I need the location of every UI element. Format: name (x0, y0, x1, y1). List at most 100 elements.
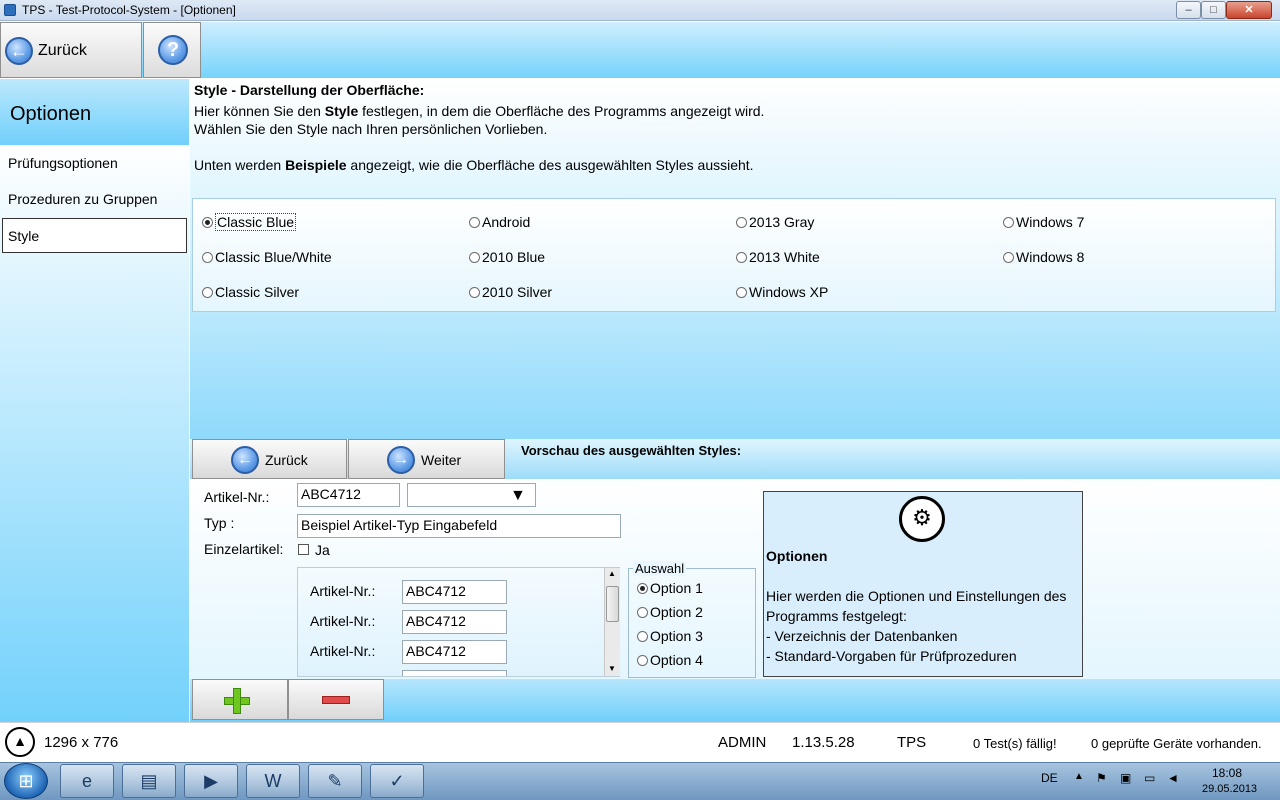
clock-time[interactable]: 18:08 (1212, 766, 1242, 780)
back-button[interactable]: ← Zurück (0, 22, 142, 78)
tps-icon[interactable]: ✓ (370, 764, 424, 798)
list-item-label: Artikel-Nr.: (310, 613, 376, 629)
artikel-input[interactable]: ABC4712 (297, 483, 400, 507)
explorer-icon[interactable]: ▤ (122, 764, 176, 798)
media-player-icon[interactable]: ▶ (184, 764, 238, 798)
radio-icon (202, 252, 213, 263)
expand-up-icon[interactable]: ▲ (5, 727, 35, 757)
minus-icon (322, 696, 350, 704)
radio-2013-gray[interactable]: 2013 Gray (736, 214, 814, 230)
page-title: Style - Darstellung der Oberfläche: (194, 82, 425, 98)
radio-selected-icon (637, 583, 648, 594)
list-item-label: Artikel-Nr.: (310, 643, 376, 659)
style-options-group (192, 198, 1276, 312)
radio-selected-icon (202, 217, 213, 228)
preview-back-label: Zurück (265, 452, 308, 468)
remove-button[interactable] (288, 679, 384, 720)
flag-icon[interactable]: ⚑ (1096, 771, 1107, 785)
radio-icon (736, 287, 747, 298)
preview-title: Vorschau des ausgewählten Styles: (521, 443, 742, 458)
list-item-input[interactable]: ABC4712 (402, 640, 507, 664)
info-text-3: - Verzeichnis der Datenbanken (766, 628, 958, 644)
radio-icon (1003, 252, 1014, 263)
preview-next-label: Weiter (421, 452, 462, 468)
title-bar: TPS - Test-Protocol-System - [Optionen] (0, 0, 1280, 21)
auswahl-title: Auswahl (633, 561, 687, 576)
option-2-radio[interactable]: Option 2 (637, 604, 703, 620)
option-4-radio[interactable]: Option 4 (637, 652, 703, 668)
scroll-thumb[interactable] (606, 586, 619, 622)
word-icon[interactable]: W (246, 764, 300, 798)
paint-icon[interactable]: ✎ (308, 764, 362, 798)
network-icon[interactable]: ▣ (1120, 771, 1131, 785)
radio-classic-blue-white[interactable]: Classic Blue/White (202, 249, 332, 265)
radio-icon (1003, 217, 1014, 228)
description-line-2: Wählen Sie den Style nach Ihren persönli… (194, 121, 548, 137)
arrow-left-icon: ← (231, 446, 259, 474)
sidebar-title: Optionen (10, 103, 92, 125)
sidebar-item-pruefungsoptionen[interactable]: Prüfungsoptionen (8, 155, 118, 171)
radio-icon (202, 287, 213, 298)
radio-android[interactable]: Android (469, 214, 530, 230)
scroll-down-icon[interactable]: ▼ (608, 664, 616, 673)
radio-icon (469, 287, 480, 298)
radio-2010-silver[interactable]: 2010 Silver (469, 284, 552, 300)
status-devices: 0 geprüfte Geräte vorhanden. (1091, 736, 1262, 751)
status-app: TPS (897, 734, 927, 751)
radio-2010-blue[interactable]: 2010 Blue (469, 249, 545, 265)
list-item-input[interactable]: ABC4712 (402, 610, 507, 634)
list-item-input-partial[interactable] (402, 670, 507, 676)
maximize-button[interactable]: □ (1201, 1, 1226, 19)
volume-icon[interactable]: ◄ (1167, 771, 1179, 785)
einzel-checkbox[interactable] (298, 544, 309, 555)
list-scrollbar[interactable]: ▲ ▼ (604, 568, 620, 676)
help-button[interactable]: ? (143, 22, 201, 78)
status-user: ADMIN (718, 734, 767, 751)
radio-classic-blue[interactable]: Classic Blue (202, 213, 297, 231)
plus-icon-vertical (233, 688, 241, 714)
radio-windows-7[interactable]: Windows 7 (1003, 214, 1084, 230)
radio-2013-white[interactable]: 2013 White (736, 249, 820, 265)
monitor-icon[interactable]: ▭ (1144, 771, 1155, 785)
typ-label: Typ : (204, 515, 235, 531)
start-button[interactable]: ⊞ (4, 763, 48, 799)
radio-icon (637, 631, 648, 642)
arrow-right-icon: → (387, 446, 415, 474)
artikel-combo[interactable]: ▼ (407, 483, 536, 507)
einzel-checkbox-label: Ja (315, 542, 330, 558)
description-line-3: Unten werden Beispiele angezeigt, wie di… (194, 157, 754, 173)
einzel-label: Einzelartikel: (204, 541, 284, 557)
sidebar-item-prozeduren[interactable]: Prozeduren zu Gruppen (8, 191, 157, 207)
add-button[interactable] (192, 679, 288, 720)
window-title: TPS - Test-Protocol-System - [Optionen] (22, 3, 236, 17)
status-version: 1.13.5.28 (792, 734, 855, 751)
preview-next-button[interactable]: → Weiter (348, 439, 505, 479)
sidebar-header: Optionen (0, 79, 189, 145)
language-indicator[interactable]: DE (1041, 771, 1058, 785)
preview-back-button[interactable]: ← Zurück (192, 439, 347, 479)
radio-windows-8[interactable]: Windows 8 (1003, 249, 1084, 265)
option-1-radio[interactable]: Option 1 (637, 580, 703, 596)
app-icon (4, 4, 16, 16)
tray-expand-icon[interactable]: ▲ (1074, 771, 1084, 782)
radio-icon (637, 655, 648, 666)
option-3-radio[interactable]: Option 3 (637, 628, 703, 644)
close-button[interactable]: ✕ (1226, 1, 1272, 19)
ie-icon[interactable]: e (60, 764, 114, 798)
info-text-2: Programms festgelegt: (766, 608, 907, 624)
status-tests-due: 0 Test(s) fällig! (973, 736, 1057, 751)
artikel-label: Artikel-Nr.: (204, 489, 270, 505)
list-item-input[interactable]: ABC4712 (402, 580, 507, 604)
radio-windows-xp[interactable]: Windows XP (736, 284, 828, 300)
list-item-label: Artikel-Nr.: (310, 583, 376, 599)
minimize-button[interactable]: – (1176, 1, 1201, 19)
status-resolution: 1296 x 776 (44, 734, 119, 751)
clock-date[interactable]: 29.05.2013 (1202, 783, 1257, 795)
typ-input[interactable]: Beispiel Artikel-Typ Eingabefeld (297, 514, 621, 538)
gear-icon: ⚙ (899, 496, 945, 542)
scroll-up-icon[interactable]: ▲ (608, 569, 616, 578)
radio-classic-silver[interactable]: Classic Silver (202, 284, 299, 300)
status-bar (0, 722, 1280, 762)
radio-icon (736, 252, 747, 263)
sidebar-item-style[interactable]: Style (2, 218, 187, 253)
